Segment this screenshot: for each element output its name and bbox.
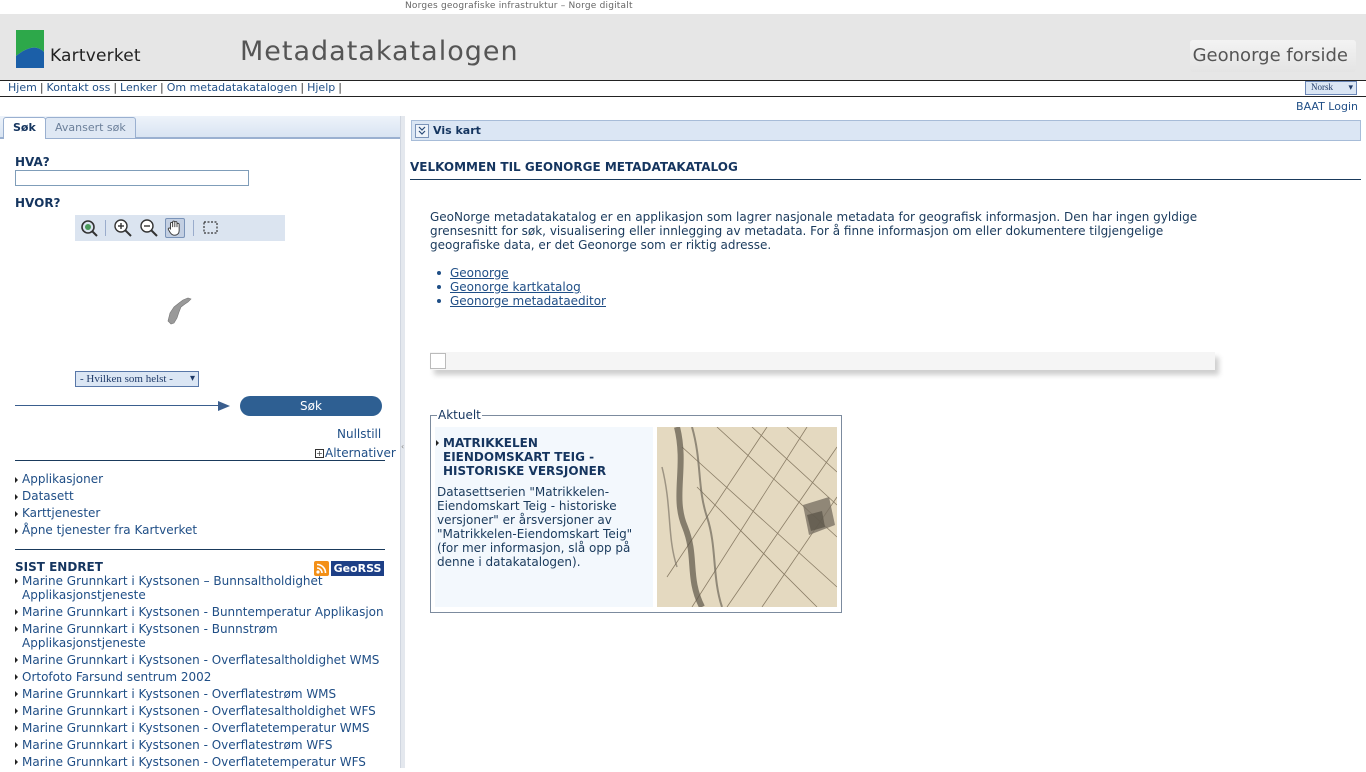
vis-kart-bar[interactable]: Vis kart — [411, 120, 1361, 141]
alternatives-toggle[interactable]: + Alternativer — [315, 446, 396, 460]
collapse-left-icon[interactable]: ‹ — [401, 442, 404, 451]
recent-item[interactable]: Marine Grunnkart i Kystsonen – Bunnsalth… — [15, 574, 385, 605]
recent-item[interactable]: Marine Grunnkart i Kystsonen - Bunntempe… — [15, 605, 385, 622]
tab-sok[interactable]: Søk — [3, 117, 46, 139]
aktuelt-box: Aktuelt MATRIKKELEN EIENDOMSKART TEIG - … — [430, 408, 842, 613]
panel-checkbox[interactable] — [430, 353, 446, 369]
tab-avansert-sok[interactable]: Avansert søk — [45, 117, 136, 138]
link-geonorge-kartkatalog[interactable]: Geonorge kartkatalog — [437, 280, 606, 294]
recent-item[interactable]: Marine Grunnkart i Kystsonen - Overflate… — [15, 721, 385, 738]
intro-text: GeoNorge metadatakatalog er en applikasj… — [430, 210, 1198, 252]
nav-bar: Hjem | Kontakt oss | Lenker | Om metadatakatal… — [0, 80, 1366, 97]
select-rectangle-icon[interactable] — [201, 218, 221, 238]
region-select-value: - Hvilken som helst - — [80, 373, 173, 385]
recent-item[interactable]: Marine Grunnkart i Kystsonen - Bunnstrøm… — [15, 622, 385, 653]
category-link-karttjenester[interactable]: Karttjenester — [15, 505, 197, 522]
arrow-right-icon — [218, 401, 230, 411]
empty-panel — [430, 352, 1215, 370]
search-panel: Søk Avansert søk HVA? HVOR? - Hvilken so… — [0, 116, 400, 769]
divider — [410, 179, 1361, 180]
welcome-title: VELKOMMEN TIL GEONORGE METADATAKATALOG — [410, 160, 738, 174]
pan-hand-icon[interactable] — [165, 218, 185, 238]
kartverket-logo-icon — [16, 30, 44, 68]
zoom-extent-icon[interactable] — [79, 218, 99, 238]
search-arrow-line — [15, 405, 220, 406]
aktuelt-title-link[interactable]: MATRIKKELEN EIENDOMSKART TEIG - HISTORIS… — [436, 436, 648, 478]
recent-heading: SIST ENDRET — [15, 560, 103, 574]
recent-item[interactable]: Marine Grunnkart i Kystsonen - Overflate… — [15, 653, 385, 670]
site-title: Metadatakatalogen — [240, 36, 519, 67]
category-link-applikasjoner[interactable]: Applikasjoner — [15, 471, 197, 488]
link-geonorge[interactable]: Geonorge — [437, 266, 606, 280]
geonorge-links: Geonorge Geonorge kartkatalog Geonorge m… — [437, 266, 606, 308]
hva-label: HVA? — [15, 155, 50, 169]
recent-item[interactable]: Ortofoto Farsund sentrum 2002 — [15, 670, 385, 687]
language-value: Norsk — [1311, 82, 1333, 92]
chevron-down-icon: ▾ — [1348, 82, 1353, 92]
geonorge-forside-button[interactable]: Geonorge forside — [1190, 40, 1356, 72]
divider — [15, 460, 385, 461]
region-select[interactable]: - Hvilken som helst - ▾ — [75, 371, 199, 387]
aktuelt-legend: Aktuelt — [437, 408, 482, 422]
kartverket-logo[interactable]: Kartverket — [16, 30, 141, 68]
hva-search-input[interactable] — [15, 170, 249, 186]
nav-links: Hjem | Kontakt oss | Lenker | Om metadatakatal… — [8, 81, 342, 94]
aktuelt-description: Datasettserien "Matrikkelen-Eiendomskart… — [437, 485, 633, 569]
chevron-down-icon: ▾ — [189, 373, 195, 384]
search-button[interactable]: Søk — [240, 396, 382, 416]
recent-item[interactable]: Marine Grunnkart i Kystsonen - Overflate… — [15, 687, 385, 704]
expand-plus-icon: + — [315, 449, 324, 458]
nav-link-lenker[interactable]: Lenker — [120, 81, 157, 94]
nav-link-hjem[interactable]: Hjem — [8, 81, 37, 94]
top-strip: Norges geografiske infrastruktur – Norge… — [0, 0, 1366, 653]
divider — [15, 549, 385, 550]
zoom-in-icon[interactable] — [113, 218, 133, 238]
nav-link-kontakt[interactable]: Kontakt oss — [47, 81, 111, 94]
link-geonorge-metadataeditor[interactable]: Geonorge metadataeditor — [437, 294, 606, 308]
category-link-apne-tjenester[interactable]: Åpne tjenester fra Kartverket — [15, 522, 197, 539]
header: Kartverket Metadatakatalogen Geonorge fo… — [0, 14, 1366, 80]
nav-link-om[interactable]: Om metadatakatalogen — [167, 81, 298, 94]
category-list: Applikasjoner Datasett Karttjenester Åpn… — [15, 471, 197, 539]
zoom-out-icon[interactable] — [139, 218, 159, 238]
norway-map[interactable] — [75, 241, 285, 369]
historic-map-image[interactable] — [657, 427, 837, 607]
reset-link[interactable]: Nullstill — [337, 427, 381, 441]
aktuelt-text-panel: MATRIKKELEN EIENDOMSKART TEIG - HISTORIS… — [435, 427, 653, 607]
hvor-label: HVOR? — [15, 196, 61, 210]
alternatives-label: Alternativer — [325, 446, 396, 460]
logo-text: Kartverket — [50, 46, 141, 66]
recent-item[interactable]: Marine Grunnkart i Kystsonen - Overflate… — [15, 704, 385, 721]
vis-kart-label: Vis kart — [433, 124, 481, 137]
recent-item[interactable]: Marine Grunnkart i Kystsonen - Overflate… — [15, 755, 385, 772]
language-select[interactable]: Norsk ▾ — [1305, 81, 1357, 95]
main-content: Vis kart VELKOMMEN TIL GEONORGE METADATA… — [405, 116, 1366, 768]
recent-item[interactable]: Marine Grunnkart i Kystsonen - Overflate… — [15, 738, 385, 755]
expand-down-icon[interactable] — [415, 124, 429, 138]
tab-bar: Søk Avansert søk — [0, 116, 400, 139]
category-link-datasett[interactable]: Datasett — [15, 488, 197, 505]
baat-login-link[interactable]: BAAT Login — [1296, 100, 1358, 113]
map-toolbar — [75, 215, 285, 241]
nav-link-hjelp[interactable]: Hjelp — [307, 81, 335, 94]
recent-list: Marine Grunnkart i Kystsonen – Bunnsalth… — [15, 574, 385, 772]
